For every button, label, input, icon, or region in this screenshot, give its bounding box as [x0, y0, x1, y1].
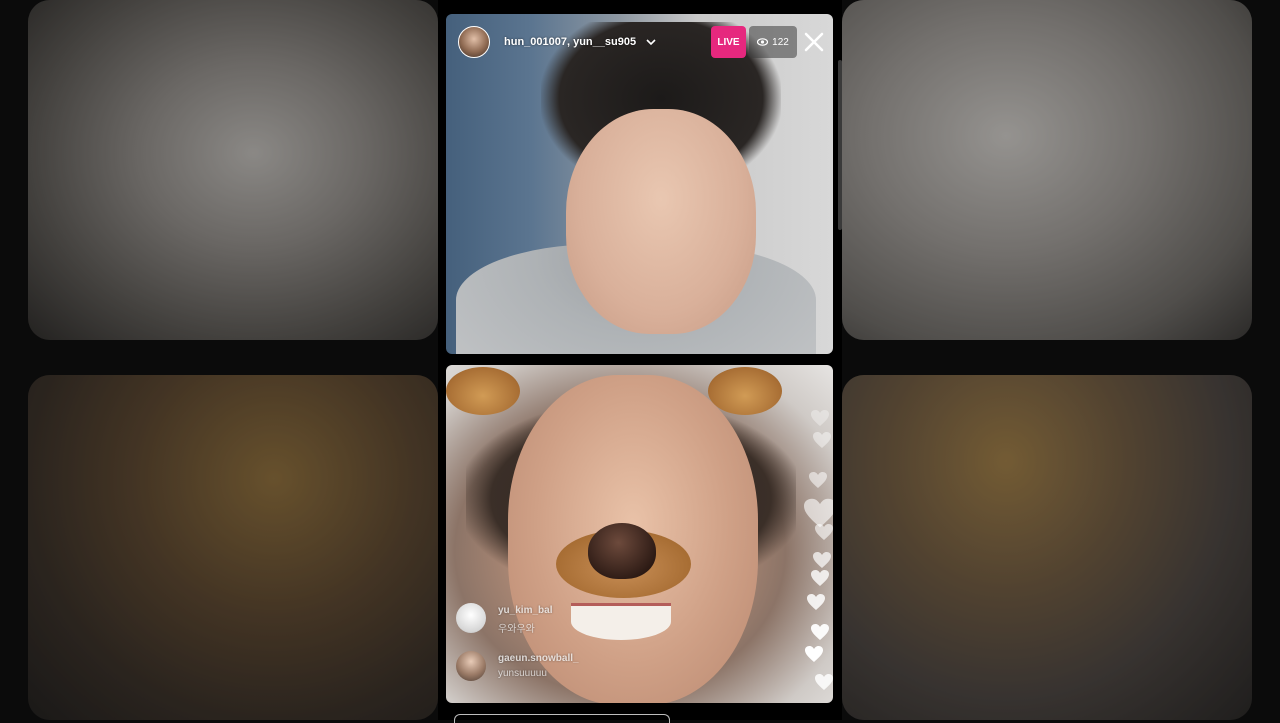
host-face [566, 109, 756, 334]
host-video[interactable]: hun_001007, yun__su905 LIVE 122 [446, 14, 833, 354]
chevron-down-icon[interactable] [645, 36, 657, 48]
guest-video[interactable]: yu_kim_bal 우와우와 gaeun.snowball_ yunsuuuu… [446, 365, 833, 703]
host-avatar[interactable] [458, 26, 490, 58]
comment-username[interactable]: yu_kim_bal [498, 605, 552, 616]
close-icon[interactable] [801, 29, 827, 55]
background-panel-bottom-left [28, 375, 438, 720]
scroll-indicator[interactable] [838, 60, 842, 230]
comment-username[interactable]: gaeun.snowball_ [498, 653, 579, 664]
heart-icon [811, 410, 829, 426]
heart-icon [805, 646, 823, 662]
background-panel-top-right [842, 0, 1252, 340]
dog-filter-right-ear [708, 367, 782, 415]
viewer-count: 122 [772, 36, 789, 48]
comment-item: gaeun.snowball_ yunsuuuuu [456, 651, 716, 685]
comment-item: yu_kim_bal 우와우와 [456, 603, 716, 637]
comment-text: 우와우와 [498, 624, 535, 635]
dog-filter-left-ear [446, 367, 520, 415]
heart-icon [815, 674, 833, 690]
heart-icon [811, 570, 829, 586]
comment-avatar[interactable] [456, 603, 486, 633]
heart-icon [813, 552, 831, 568]
live-badge: LIVE [711, 26, 746, 58]
dog-filter-nose [588, 523, 656, 579]
heart-icon [815, 524, 833, 540]
heart-icon [807, 594, 825, 610]
background-panel-top-left [28, 0, 438, 340]
eye-icon [757, 38, 769, 46]
background-panel-bottom-right [842, 375, 1252, 720]
heart-icon [813, 432, 831, 448]
comment-input-bar[interactable] [454, 714, 670, 723]
heart-icon [809, 472, 827, 488]
live-usernames[interactable]: hun_001007, yun__su905 [504, 36, 636, 48]
live-stream-column: hun_001007, yun__su905 LIVE 122 yu_kim_b… [438, 0, 842, 723]
viewer-count-badge[interactable]: 122 [749, 26, 797, 58]
comment-avatar[interactable] [456, 651, 486, 681]
comment-text: yunsuuuuu [498, 668, 547, 679]
heart-icon [811, 624, 829, 640]
